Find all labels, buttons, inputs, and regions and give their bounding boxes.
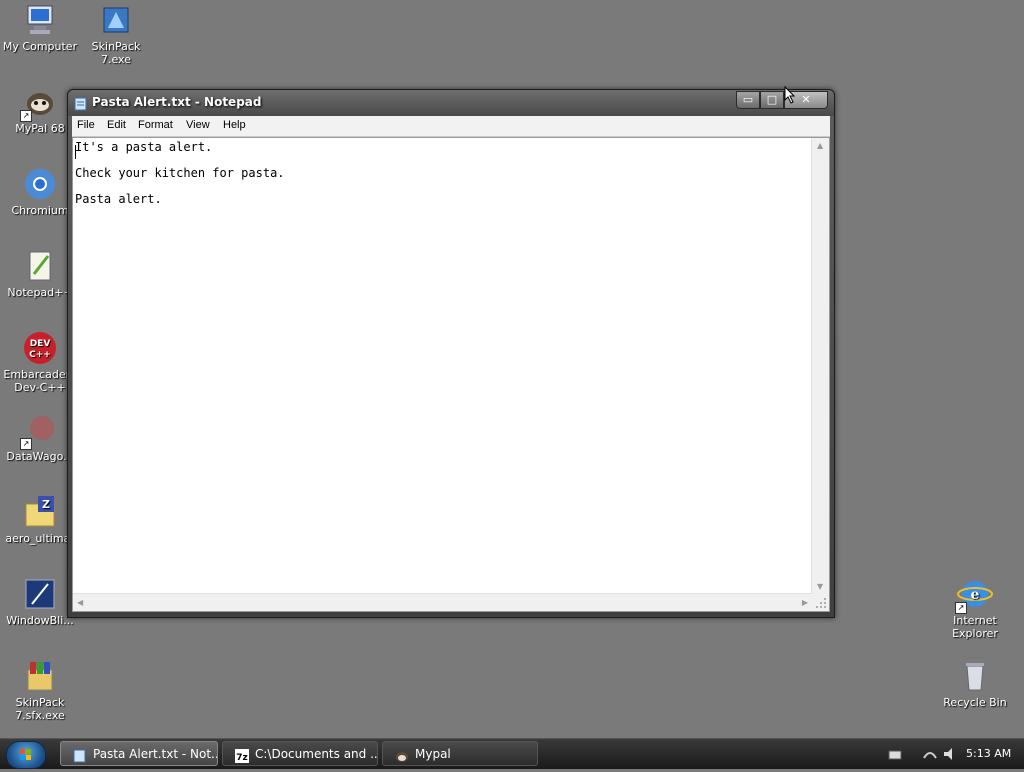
window-title: Pasta Alert.txt - Notepad <box>92 95 262 109</box>
network-icon[interactable] <box>922 746 938 766</box>
desktop-icon-label: MyPal 68 <box>15 122 65 135</box>
menu-bar: File Edit Format View Help <box>72 116 830 137</box>
desktop-icon-my-computer[interactable]: My Computer <box>2 2 78 53</box>
desktop-icon-recycle-bin[interactable]: Recycle Bin <box>937 658 1013 709</box>
desktop-icon-label: Recycle Bin <box>943 696 1007 709</box>
desktop-icon-label: SkinPack 7.exe <box>91 40 141 66</box>
scroll-left-icon[interactable]: ◀ <box>77 598 83 607</box>
taskbar-item-7zip[interactable]: 7z C:\Documents and ... <box>222 741 378 766</box>
menu-file[interactable]: File <box>77 119 95 131</box>
keyboard-icon[interactable] <box>888 747 902 766</box>
installer-icon <box>98 2 134 38</box>
desktop-icon-label: WindowBli... <box>6 614 74 627</box>
raccoon-icon: ↗ <box>20 84 58 122</box>
resize-grip-icon[interactable] <box>812 594 829 611</box>
chromium-icon <box>22 166 58 202</box>
notepad-window[interactable]: Pasta Alert.txt - Notepad ▭ □ ✕ File Edi… <box>67 89 835 618</box>
svg-text:Z: Z <box>42 498 50 511</box>
volume-icon[interactable] <box>942 746 958 766</box>
shortcut-arrow-icon: ↗ <box>20 438 32 450</box>
menu-edit[interactable]: Edit <box>107 119 126 131</box>
taskbar-item-label: Pasta Alert.txt - Not... <box>93 747 218 761</box>
desktop-icon-skinpack-sfx[interactable]: SkinPack 7.sfx.exe <box>2 658 78 722</box>
horizontal-scrollbar[interactable]: ◀ ▶ <box>73 593 812 611</box>
title-bar[interactable]: Pasta Alert.txt - Notepad ▭ □ ✕ <box>68 90 834 116</box>
scroll-down-icon[interactable]: ▼ <box>817 582 823 591</box>
mouse-cursor-icon <box>784 85 796 104</box>
svg-text:7z: 7z <box>236 753 248 763</box>
raccoon-icon <box>395 747 409 762</box>
desktop-icon-internet-explorer[interactable]: e ↗ Internet Explorer <box>937 576 1013 640</box>
desktop-icon-label: aero_ultimat <box>5 532 75 545</box>
vertical-scrollbar[interactable]: ▲ ▼ <box>811 138 829 594</box>
desktop-icon-label: DataWago... <box>6 450 74 463</box>
start-orb-icon[interactable] <box>6 741 46 769</box>
desktop-icon-label: Internet Explorer <box>952 614 998 640</box>
taskbar-item-notepad[interactable]: Pasta Alert.txt - Not... <box>60 741 218 766</box>
shortcut-arrow-icon: ↗ <box>955 602 967 614</box>
svg-text:C++: C++ <box>29 350 51 360</box>
menu-format[interactable]: Format <box>138 119 173 131</box>
desktop-icon-skinpack-exe[interactable]: SkinPack 7.exe <box>78 2 154 66</box>
shortcut-arrow-icon: ↗ <box>20 110 32 122</box>
scroll-up-icon[interactable]: ▲ <box>817 141 823 150</box>
desktop-icon-label: Embarcadero Dev-C++ <box>3 368 77 394</box>
archive-icon <box>22 658 58 694</box>
ie-icon: e ↗ <box>955 576 993 614</box>
taskbar-item-label: C:\Documents and ... <box>255 747 378 761</box>
minimize-button[interactable]: ▭ <box>736 91 760 109</box>
desktop-icon-label: Notepad++ <box>7 286 73 299</box>
system-tray: 5:13 AM <box>884 741 1024 767</box>
notepad-icon <box>74 96 87 111</box>
notepad-plus-icon <box>22 248 58 284</box>
taskbar-item-label: Mypal <box>415 747 451 761</box>
text-line: Pasta alert. <box>75 192 162 206</box>
recycle-bin-icon <box>957 658 993 694</box>
taskbar-item-mypal[interactable]: Mypal <box>382 741 538 766</box>
svg-text:DEV: DEV <box>30 339 51 349</box>
text-editor[interactable]: It's a pasta alert. Check your kitchen fo… <box>72 137 830 612</box>
text-line: It's a pasta alert. <box>75 140 213 154</box>
svg-text:e: e <box>971 587 980 603</box>
zip-folder-icon: Z <box>22 494 58 530</box>
desktop-icon-label: SkinPack 7.sfx.exe <box>15 696 65 722</box>
maximize-button[interactable]: □ <box>760 91 784 109</box>
taskbar: Pasta Alert.txt - Not... 7z C:\Documents… <box>0 738 1024 769</box>
datawago-icon: ↗ <box>20 412 58 450</box>
menu-help[interactable]: Help <box>223 119 246 131</box>
scroll-right-icon[interactable]: ▶ <box>802 598 808 607</box>
computer-icon <box>22 2 58 38</box>
7zip-icon: 7z <box>235 747 249 763</box>
windowblinds-icon <box>22 576 58 612</box>
clock[interactable]: 5:13 AM <box>966 747 1011 760</box>
notepad-icon <box>73 747 87 763</box>
text-line: Check your kitchen for pasta. <box>75 166 285 180</box>
menu-view[interactable]: View <box>186 119 210 131</box>
editor-content[interactable]: It's a pasta alert. Check your kitchen fo… <box>75 140 811 593</box>
desktop-icon-label: My Computer <box>2 40 78 53</box>
dev-cpp-icon: DEV C++ <box>22 330 58 366</box>
desktop-icon-label: Chromium <box>11 204 69 217</box>
